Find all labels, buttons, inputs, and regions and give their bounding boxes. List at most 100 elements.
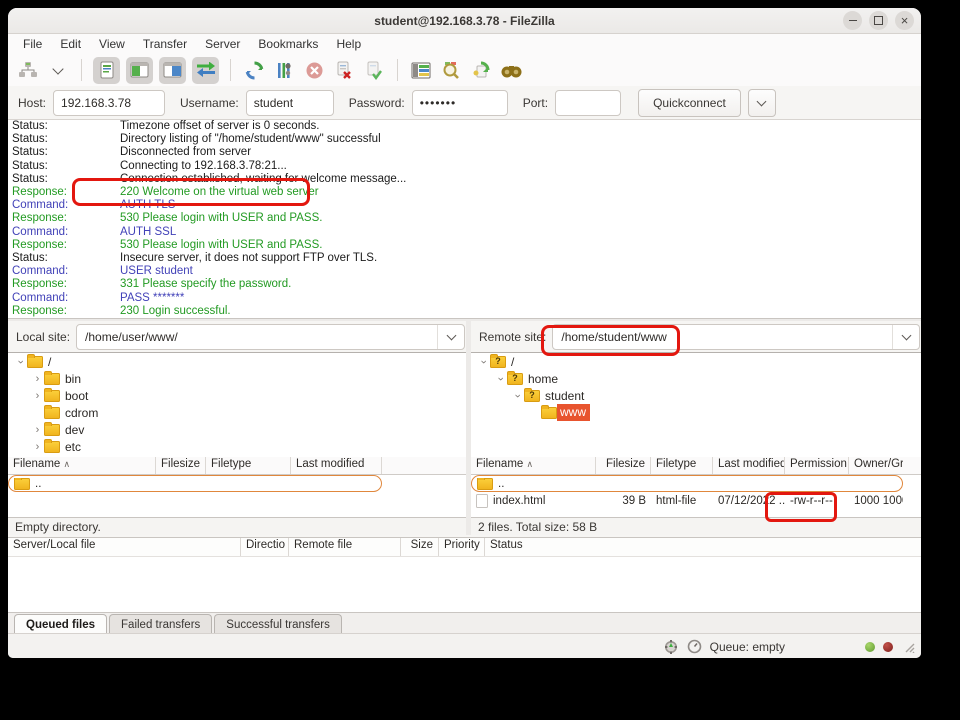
file-search-icon [443,62,459,79]
disconnect-button[interactable] [332,58,356,82]
maximize-button[interactable] [869,11,888,30]
filter-button[interactable] [409,58,433,82]
directory-comparison-button[interactable] [499,58,523,82]
menu-bookmarks[interactable]: Bookmarks [249,34,327,54]
remote-tree-icon [163,62,182,78]
tree-item-boot[interactable]: › boot [8,387,466,404]
folder-icon [44,421,60,436]
column-filesize[interactable]: Filesize [156,457,206,474]
file-row-index-html[interactable]: index.html 39 B html-file 07/12/2022 ...… [471,492,921,509]
menu-edit[interactable]: Edit [51,34,90,54]
tree-item-www-selected[interactable]: www [471,404,921,421]
expander-icon[interactable]: › [31,373,44,385]
column-size[interactable]: Size [401,538,439,556]
expander-icon[interactable]: › [31,441,44,453]
column-status[interactable]: Status [485,538,545,556]
toggle-message-log-button[interactable] [93,56,120,84]
sort-asc-icon: ∧ [63,459,71,469]
expander-icon[interactable]: › [512,389,524,402]
refresh-icon [245,61,263,79]
log-line: Status: Connection established, waiting f… [12,172,407,185]
column-last-modified[interactable]: Last modified [291,457,382,474]
process-queue-icon [278,62,291,78]
password-input[interactable]: ••••••• [411,89,508,116]
tree-item-dev[interactable]: › dev [8,421,466,438]
expander-icon[interactable]: › [495,372,507,385]
parent-directory-row[interactable]: .. [471,475,903,492]
process-queue-button[interactable] [272,58,296,82]
speed-limits-icon[interactable] [663,639,679,655]
column-filename[interactable]: Filename ∧ [8,457,156,474]
tab-queued-files[interactable]: Queued files [14,614,108,634]
menu-help[interactable]: Help [327,34,370,54]
tab-failed-transfers[interactable]: Failed transfers [109,614,213,634]
column-permission[interactable]: Permission [785,457,849,474]
title-bar[interactable]: student@192.168.3.78 - FileZilla × [8,8,921,34]
tree-item-bin[interactable]: › bin [8,370,466,387]
column-filesize[interactable]: Filesize [596,457,651,474]
folder-icon [14,477,30,490]
host-input[interactable]: 192.168.3.78 [53,89,166,116]
menu-file[interactable]: File [14,34,51,54]
reconnect-button[interactable] [362,58,386,82]
synchronized-browsing-button[interactable] [469,58,493,82]
column-direction[interactable]: Directio [241,538,289,556]
column-last-modified[interactable]: Last modified [713,457,785,474]
tree-item-cdrom[interactable]: cdrom [8,404,466,421]
status-led-red [883,641,893,652]
synchronized-browsing-icon [473,61,490,78]
username-input[interactable]: student [245,89,334,116]
toggle-transfer-queue-button[interactable] [192,56,219,84]
menu-transfer[interactable]: Transfer [134,34,196,54]
remote-site-combobox[interactable]: /home/student/www [552,323,920,350]
menu-server[interactable]: Server [196,34,249,54]
site-manager-dropdown[interactable] [46,58,70,82]
quickconnect-bar: Host: 192.168.3.78 Username: student Pas… [8,86,921,120]
remote-list-status: 2 files. Total size: 58 B [471,517,921,535]
queue-tabs: Queued files Failed transfers Successful… [8,612,921,634]
expander-icon[interactable]: › [31,390,44,402]
log-line: Command: PASS ******* [12,291,185,304]
tab-successful-transfers[interactable]: Successful transfers [214,614,342,634]
cancel-button[interactable] [302,58,326,82]
log-line: Command: USER student [12,265,193,278]
log-line: Response: 530 Please login with USER and … [12,212,323,225]
refresh-button[interactable] [242,58,266,82]
quickconnect-dropdown[interactable] [747,88,776,117]
parent-directory-row[interactable]: .. [8,475,382,492]
chevron-down-icon[interactable] [437,324,464,349]
expander-icon[interactable]: › [31,424,44,436]
column-filename[interactable]: Filename ∧ [471,457,596,474]
tree-item-student[interactable]: ›student [471,387,921,404]
resize-grip[interactable] [903,641,915,653]
chevron-down-icon[interactable] [892,324,919,349]
password-label: Password: [348,95,405,110]
quickconnect-button[interactable]: Quickconnect [638,88,741,117]
port-input[interactable] [555,89,622,116]
tree-item-home[interactable]: ›home [471,370,921,387]
column-owner-group[interactable]: Owner/Grou [849,457,903,474]
expander-icon[interactable]: › [478,355,490,368]
expander-icon[interactable]: › [15,355,27,368]
minimize-button[interactable] [843,11,862,30]
tree-item-root[interactable]: ›/ [471,353,921,370]
log-line: Status: Insecure server, it does not supp… [12,252,378,265]
local-site-combobox[interactable]: /home/user/www/ [76,323,465,350]
toggle-local-tree-button[interactable] [126,56,153,84]
close-button[interactable]: × [895,11,914,30]
column-priority[interactable]: Priority [439,538,485,556]
site-manager-icon[interactable] [16,58,40,82]
toggle-remote-tree-button[interactable] [159,56,186,84]
menu-view[interactable]: View [90,34,134,54]
column-filetype[interactable]: Filetype [206,457,291,474]
column-server-local-file[interactable]: Server/Local file [8,538,241,556]
queue-indicator-icon[interactable] [687,639,702,654]
tree-item-root[interactable]: ›/ [8,353,466,370]
column-remote-file[interactable]: Remote file [289,538,401,556]
maximize-icon [874,16,883,25]
folder-icon [44,438,60,453]
tree-item-etc[interactable]: › etc [8,438,466,455]
permission-value: -rw-r--r-- [790,494,833,507]
column-filetype[interactable]: Filetype [651,457,713,474]
file-search-button[interactable] [439,58,463,82]
